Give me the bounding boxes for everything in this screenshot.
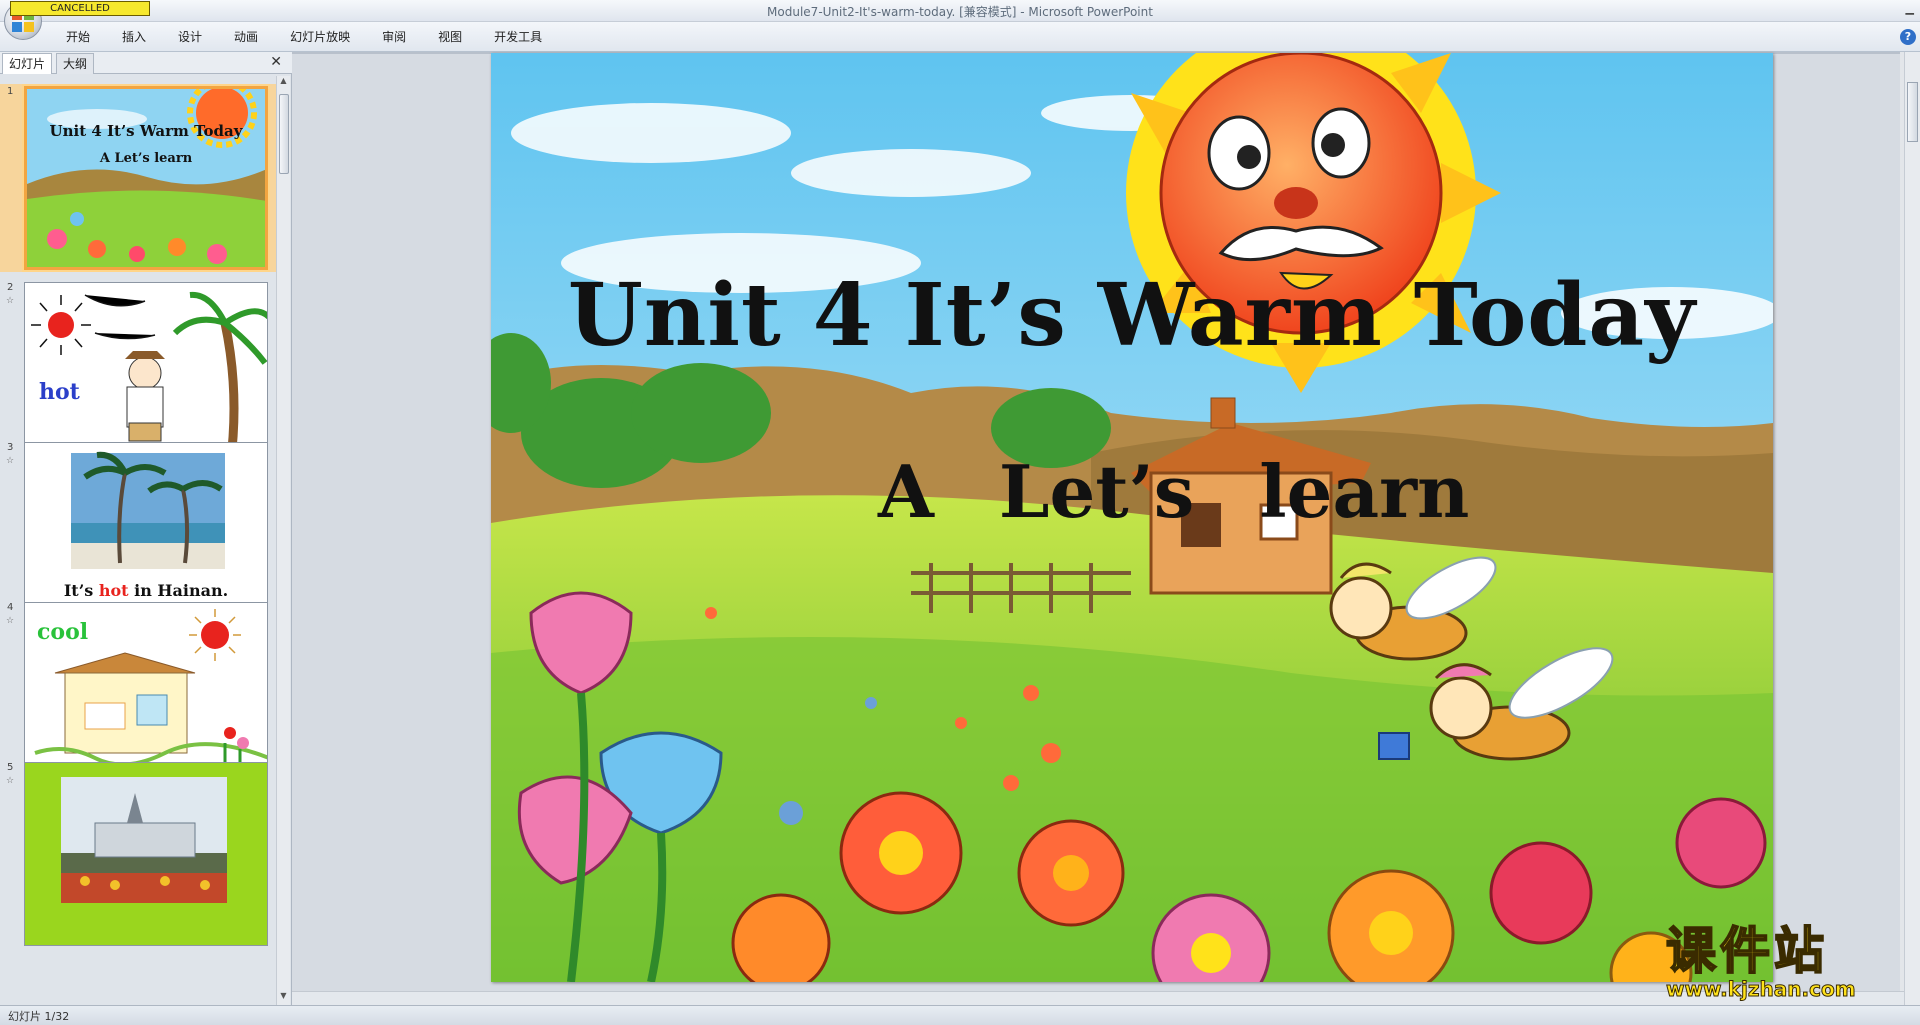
watermark-url: www.kjzhan.com bbox=[1666, 977, 1857, 1002]
scroll-up-icon[interactable]: ▲ bbox=[277, 76, 290, 90]
tab-developer[interactable]: 开发工具 bbox=[478, 22, 558, 52]
tab-review[interactable]: 审阅 bbox=[366, 22, 422, 52]
watermark-logo: 课件站 www.kjzhan.com bbox=[1665, 922, 1906, 1003]
tab-slides[interactable]: 幻灯片 bbox=[2, 53, 53, 74]
slide-editor: Unit 4 It’s Warm Today A Let’s learn bbox=[292, 52, 1900, 1005]
tab-outline[interactable]: 大纲 bbox=[56, 53, 95, 74]
status-bar: 幻灯片 1/32 bbox=[0, 1005, 1920, 1025]
panel-tabs: 幻灯片 大纲 ✕ bbox=[0, 52, 292, 74]
tab-design[interactable]: 设计 bbox=[162, 22, 218, 52]
animation-star-icon: ☆ bbox=[6, 616, 15, 626]
caption-part: It’s bbox=[63, 581, 99, 600]
thumbnail-scrollbar[interactable]: ▲ ▼ bbox=[276, 76, 290, 1005]
slide-number: 3 bbox=[7, 442, 14, 453]
slide-thumbnail-image[interactable]: Unit 4 It’s Warm Today A Let’s learn bbox=[24, 86, 268, 270]
watermark-text: 课件站 bbox=[1665, 922, 1828, 980]
thumbnail-illustration bbox=[25, 283, 267, 465]
animation-star-icon: ☆ bbox=[6, 456, 15, 466]
tab-insert[interactable]: 插入 bbox=[106, 22, 162, 52]
caption-part: in Hainan. bbox=[128, 581, 229, 600]
thumb-title: Unit 4 It’s Warm Today bbox=[49, 122, 243, 140]
editor-scrollbar[interactable] bbox=[1904, 52, 1920, 1005]
scrollbar-thumb[interactable] bbox=[279, 94, 289, 174]
close-icon[interactable]: ✕ bbox=[270, 54, 282, 70]
slide-thumb-1[interactable]: 1 Unit 4 It’s Warm Today A Let’s learn bbox=[0, 84, 276, 272]
thumbnail-photo bbox=[25, 763, 267, 945]
scrollbar-thumb[interactable] bbox=[1907, 82, 1918, 142]
scroll-down-icon[interactable]: ▼ bbox=[277, 991, 290, 1005]
slide-thumb-5[interactable]: 5 ☆ bbox=[0, 760, 276, 950]
slide-number: 4 bbox=[7, 602, 14, 613]
slide-number: 5 bbox=[7, 762, 14, 773]
window-title: Module7-Unit2-It's-warm-today. [兼容模式] - … bbox=[767, 5, 1153, 19]
thumbnail-list: 1 Unit 4 It’s Warm Today A Let’s learn 2… bbox=[0, 76, 276, 1005]
thumb-caption: It’s hot in Hainan. bbox=[25, 581, 267, 600]
slide-thumbnail-image[interactable]: cool bbox=[24, 602, 268, 786]
slide-number: 1 bbox=[7, 86, 14, 97]
window-controls: ▁ bbox=[1906, 2, 1914, 15]
slide-counter: 幻灯片 1/32 bbox=[8, 1010, 70, 1023]
ribbon-tabs: 开始 插入 设计 动画 幻灯片放映 审阅 视图 开发工具 bbox=[50, 22, 558, 52]
tab-home[interactable]: 开始 bbox=[50, 22, 106, 52]
horizontal-scrollbar[interactable] bbox=[292, 991, 1904, 1005]
minimize-icon[interactable]: ▁ bbox=[1906, 2, 1914, 15]
slide-thumbnail-image[interactable]: hot bbox=[24, 282, 268, 466]
help-icon[interactable]: ? bbox=[1900, 29, 1916, 45]
tab-animations[interactable]: 动画 bbox=[218, 22, 274, 52]
tab-slideshow[interactable]: 幻灯片放映 bbox=[274, 22, 366, 52]
current-slide[interactable]: Unit 4 It’s Warm Today A Let’s learn bbox=[491, 53, 1773, 982]
thumb-word-hot: hot bbox=[39, 379, 80, 405]
slide-title[interactable]: Unit 4 It’s Warm Today bbox=[491, 265, 1773, 366]
thumbnail-illustration bbox=[27, 89, 265, 267]
cancelled-badge: CANCELLED bbox=[10, 1, 150, 16]
animation-star-icon: ☆ bbox=[6, 776, 15, 786]
slide-thumbnail-image[interactable]: It’s hot in Hainan. bbox=[24, 442, 268, 626]
tab-view[interactable]: 视图 bbox=[422, 22, 478, 52]
thumb-word-cool: cool bbox=[37, 619, 89, 645]
title-bar: Module7-Unit2-It's-warm-today. [兼容模式] - … bbox=[0, 0, 1920, 22]
thumb-subtitle: A Let’s learn bbox=[99, 151, 193, 166]
slides-panel: 幻灯片 大纲 ✕ 1 Unit 4 It’s Warm Today A Let’… bbox=[0, 52, 292, 1005]
slide-thumbnail-image[interactable] bbox=[24, 762, 268, 946]
slide-number: 2 bbox=[7, 282, 14, 293]
slide-subtitle[interactable]: A Let’s learn bbox=[878, 449, 1469, 534]
caption-hot-word: hot bbox=[98, 581, 129, 600]
animation-star-icon: ☆ bbox=[6, 296, 15, 306]
ribbon: 开始 插入 设计 动画 幻灯片放映 审阅 视图 开发工具 ? bbox=[0, 22, 1920, 52]
